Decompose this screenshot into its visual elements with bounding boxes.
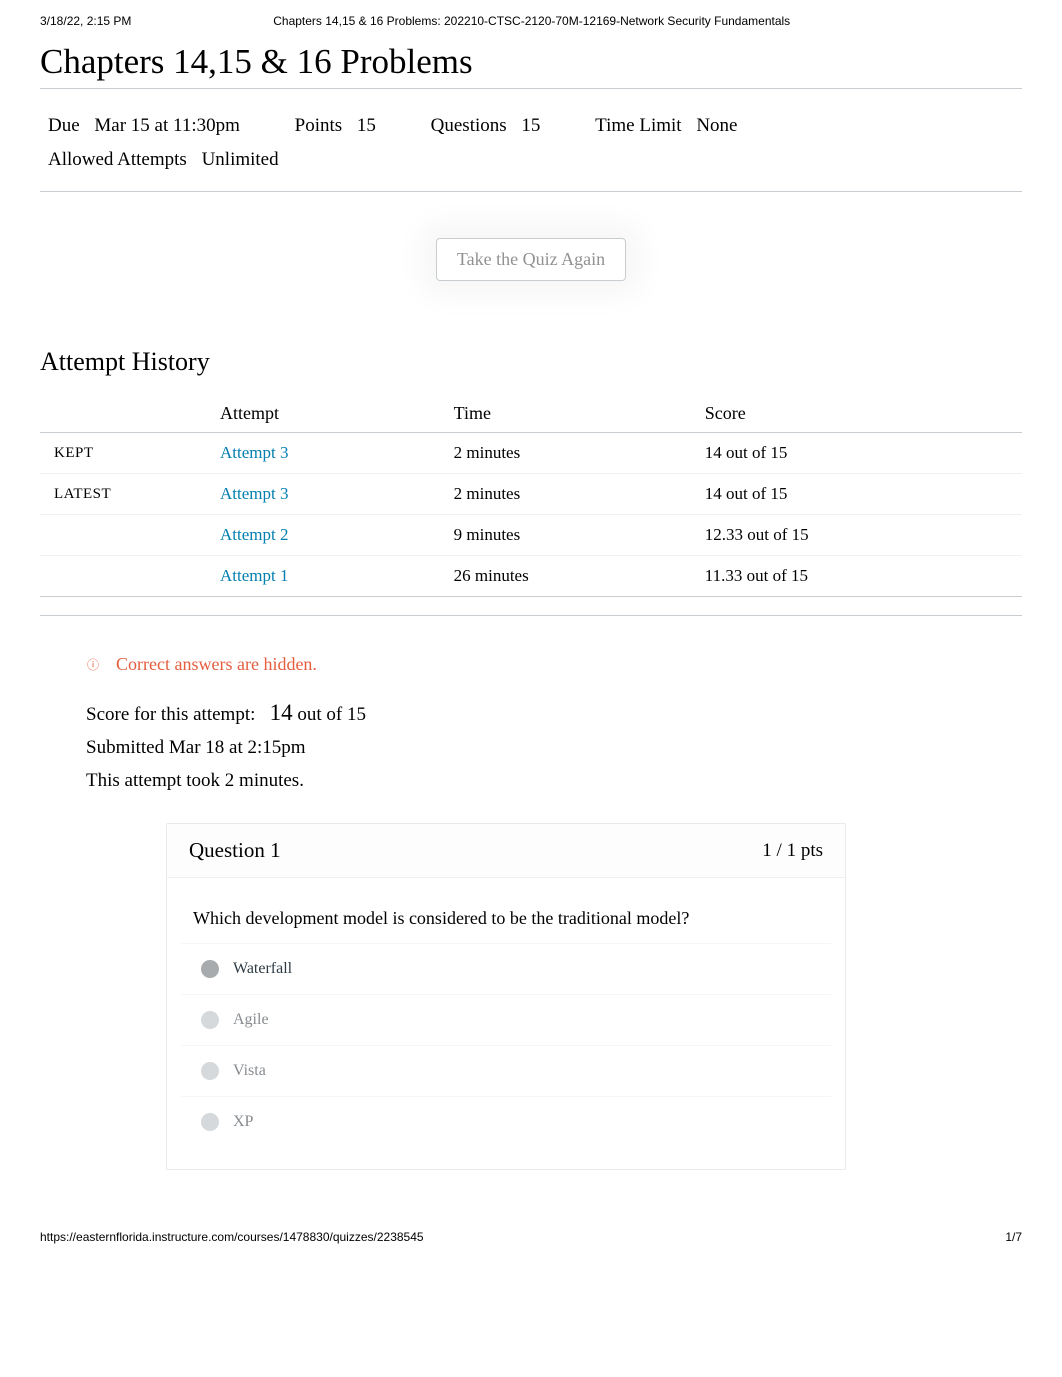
answer-text: Agile [233,1011,269,1029]
radio-icon [201,1011,219,1029]
attempt-history-title: Attempt History [40,347,1022,377]
page-title: Chapters 14,15 & 16 Problems [40,42,1022,89]
print-datetime: 3/18/22, 2:15 PM [40,14,131,28]
radio-icon [201,960,219,978]
hidden-note-text: Correct answers are hidden. [116,654,317,675]
radio-icon [201,1062,219,1080]
points-value: 15 [357,115,376,136]
question-title: Question 1 [189,838,281,863]
table-row: Attempt 2 9 minutes 12.33 out of 15 [40,515,1022,556]
question-prompt: Which development model is considered to… [167,878,845,939]
correct-answers-hidden-note: ⓘ Correct answers are hidden. [86,654,1022,675]
questions-value: 15 [521,115,540,136]
table-row: KEPT Attempt 3 2 minutes 14 out of 15 [40,433,1022,474]
row-time: 2 minutes [444,433,695,474]
answer-text: XP [233,1113,253,1131]
score-value: 14 [270,700,293,725]
allowed-attempts-label: Allowed Attempts [48,149,187,170]
row-time: 26 minutes [444,556,695,597]
answer-option[interactable]: XP [181,1096,831,1147]
timelimit-label: Time Limit [595,115,681,136]
row-score: 14 out of 15 [695,433,1022,474]
answer-text: Vista [233,1062,266,1080]
questions-label: Questions [431,115,507,136]
attempt-link[interactable]: Attempt 3 [220,484,288,503]
attempt-link[interactable]: Attempt 1 [220,566,288,585]
col-time: Time [444,395,695,433]
attempt-link[interactable]: Attempt 3 [220,443,288,462]
quiz-meta-bar: Due Mar 15 at 11:30pm Points 15 Question… [40,99,1022,192]
radio-icon [201,1113,219,1131]
row-score: 14 out of 15 [695,474,1022,515]
row-tag [40,556,210,597]
due-label: Due [48,115,80,136]
row-time: 2 minutes [444,474,695,515]
row-tag: LATEST [40,474,210,515]
answers-list: Waterfall Agile Vista XP [167,939,845,1169]
duration-line: This attempt took 2 minutes. [86,765,1022,797]
col-score: Score [695,395,1022,433]
attempt-link[interactable]: Attempt 2 [220,525,288,544]
take-quiz-again-button[interactable]: Take the Quiz Again [436,238,626,281]
row-tag [40,515,210,556]
print-header: 3/18/22, 2:15 PM Chapters 14,15 & 16 Pro… [0,0,1062,34]
attempt-history-table: Attempt Time Score KEPT Attempt 3 2 minu… [40,395,1022,597]
question-points: 1 / 1 pts [762,840,823,862]
question-card: Question 1 1 / 1 pts Which development m… [166,823,846,1170]
submitted-line: Submitted Mar 18 at 2:15pm [86,732,1022,764]
footer-url: https://easternflorida.instructure.com/c… [40,1230,424,1244]
col-blank [40,395,210,433]
footer-page: 1/7 [1005,1230,1022,1244]
table-row: LATEST Attempt 3 2 minutes 14 out of 15 [40,474,1022,515]
due-value: Mar 15 at 11:30pm [94,115,239,136]
row-score: 12.33 out of 15 [695,515,1022,556]
info-icon: ⓘ [86,655,100,674]
points-label: Points [295,115,343,136]
question-header: Question 1 1 / 1 pts [167,824,845,878]
print-title: Chapters 14,15 & 16 Problems: 202210-CTS… [131,14,932,28]
row-score: 11.33 out of 15 [695,556,1022,597]
col-attempt: Attempt [210,395,444,433]
divider [40,615,1022,616]
score-block: Score for this attempt: 14 out of 15 Sub… [86,693,1022,797]
score-suffix: out of 15 [297,704,366,725]
score-prefix: Score for this attempt: [86,704,255,725]
answer-option[interactable]: Waterfall [181,943,831,994]
answer-option[interactable]: Agile [181,994,831,1045]
row-tag: KEPT [40,433,210,474]
answer-option[interactable]: Vista [181,1045,831,1096]
timelimit-value: None [696,115,737,136]
print-footer: https://easternflorida.instructure.com/c… [0,1170,1062,1260]
answer-text: Waterfall [233,960,292,978]
row-time: 9 minutes [444,515,695,556]
allowed-attempts-value: Unlimited [202,149,279,170]
table-row: Attempt 1 26 minutes 11.33 out of 15 [40,556,1022,597]
